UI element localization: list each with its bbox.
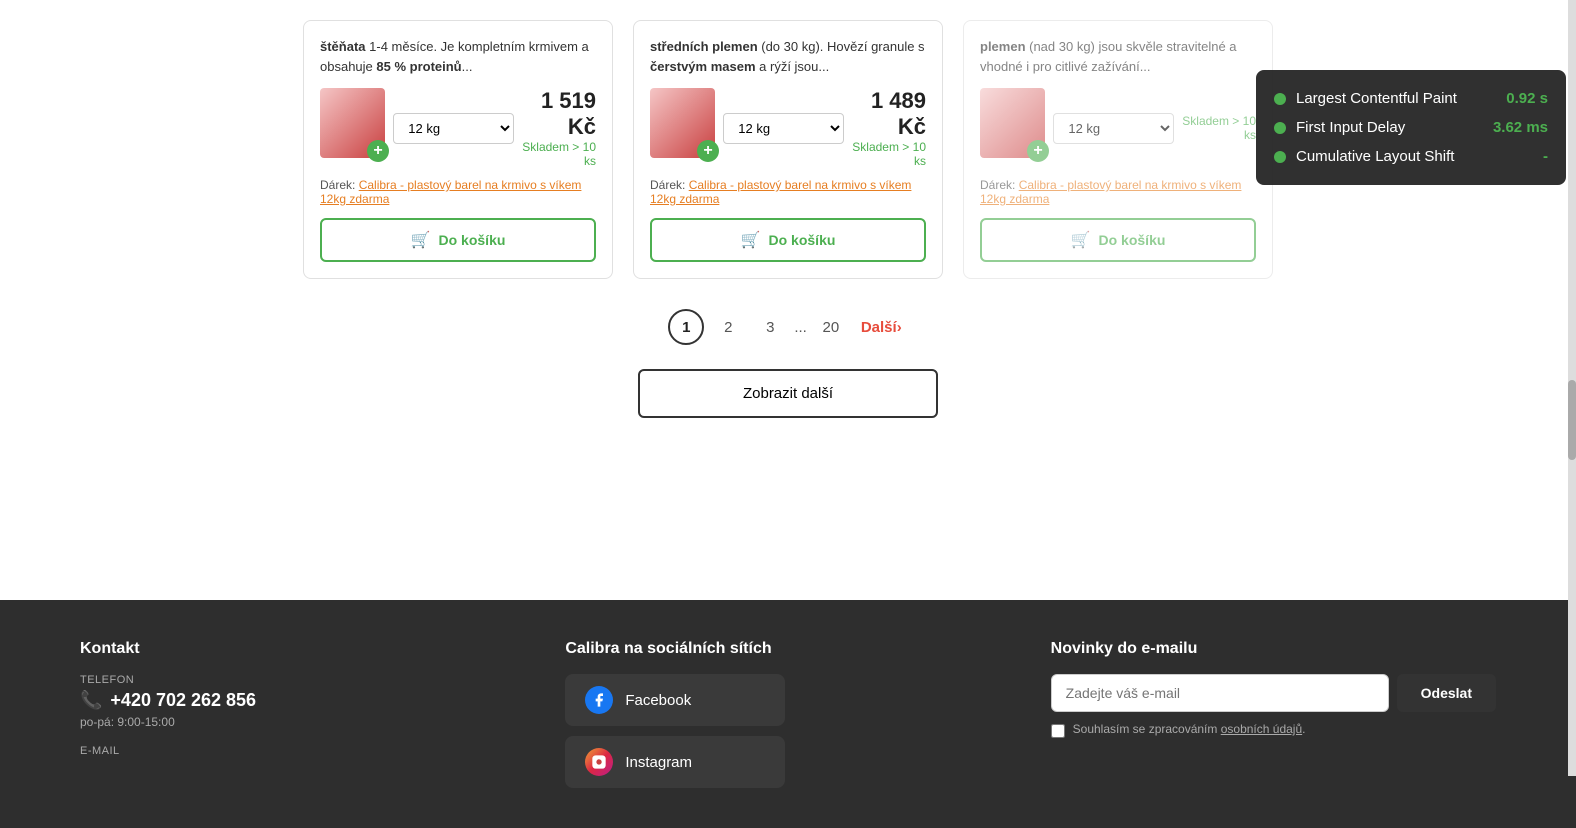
product-card-1: štěňata 1-4 měsíce. Je kompletním krmive…: [303, 20, 613, 279]
lcp-label: Largest Contentful Paint: [1296, 90, 1457, 107]
footer-newsletter-title: Novinky do e-mailu: [1051, 640, 1496, 658]
cart-icon-1: 🛒: [411, 230, 431, 250]
newsletter-input-row: Odeslat: [1051, 674, 1496, 712]
product-1-image-row: + 12 kg 1 519 Kč Skladem > 10 ks: [320, 88, 596, 168]
instagram-icon: [585, 748, 613, 776]
footer-social-title: Calibra na sociálních sítích: [565, 640, 1010, 658]
scrollbar[interactable]: [1568, 0, 1576, 776]
product-3-description: plemen (nad 30 kg) jsou skvěle stravitel…: [980, 37, 1256, 76]
instagram-label: Instagram: [625, 754, 692, 771]
phone-icon: 📞: [80, 690, 102, 711]
newsletter-consent-row: Souhlasím se zpracováním osobních údajů.: [1051, 722, 1496, 738]
footer-phone-label: TELEFON: [80, 674, 525, 686]
product-3-cart-button[interactable]: 🛒 Do košíku: [980, 218, 1256, 262]
product-card-3: plemen (nad 30 kg) jsou skvěle stravitel…: [963, 20, 1273, 279]
cart-icon-3: 🛒: [1071, 230, 1091, 250]
product-2-image: +: [650, 88, 723, 168]
lcp-value: 0.92 s: [1506, 90, 1548, 107]
footer-newsletter: Novinky do e-mailu Odeslat Souhlasím se …: [1051, 640, 1496, 798]
facebook-label: Facebook: [625, 692, 691, 709]
footer-grid: Kontakt TELEFON 📞 +420 702 262 856 po-pá…: [80, 640, 1496, 798]
footer-social: Calibra na sociálních sítích Facebook In…: [565, 640, 1010, 798]
cls-value: -: [1543, 148, 1548, 165]
product-2-weight-select[interactable]: 12 kg: [723, 113, 844, 144]
product-1-cart-button[interactable]: 🛒 Do košíku: [320, 218, 596, 262]
product-2-stock: Skladem > 10 ks: [844, 140, 926, 168]
pagination: 1 2 3 ... 20 Další ›: [40, 309, 1536, 345]
fid-value: 3.62 ms: [1493, 119, 1548, 136]
product-3-gift-link[interactable]: Calibra - plastový barel na krmivo s vík…: [980, 178, 1241, 206]
consent-text: Souhlasím se zpracováním osobních údajů.: [1073, 722, 1306, 736]
page-next-button[interactable]: Další ›: [855, 309, 908, 345]
product-3-image-row: + 12 kg Skladem > 10 ks: [980, 88, 1256, 168]
product-2-add-icon[interactable]: +: [697, 140, 719, 162]
product-1-weight-select[interactable]: 12 kg: [393, 113, 514, 144]
footer: Kontakt TELEFON 📞 +420 702 262 856 po-pá…: [0, 600, 1576, 828]
instagram-button[interactable]: Instagram: [565, 736, 785, 788]
cls-label: Cumulative Layout Shift: [1296, 148, 1454, 165]
product-3-image: +: [980, 88, 1053, 168]
facebook-button[interactable]: Facebook: [565, 674, 785, 726]
product-1-stock: Skladem > 10 ks: [514, 140, 596, 168]
product-2-price: 1 489 Kč: [844, 88, 926, 140]
cart-icon-2: 🛒: [741, 230, 761, 250]
performance-overlay: Largest Contentful Paint 0.92 s First In…: [1256, 70, 1566, 185]
page-20-button[interactable]: 20: [813, 309, 849, 345]
page-1-button[interactable]: 1: [668, 309, 704, 345]
product-1-price: 1 519 Kč: [514, 88, 596, 140]
fid-label: First Input Delay: [1296, 119, 1405, 136]
consent-checkbox[interactable]: [1051, 724, 1065, 738]
product-3-add-icon[interactable]: +: [1027, 140, 1049, 162]
cls-dot: [1274, 151, 1286, 163]
newsletter-send-button[interactable]: Odeslat: [1397, 674, 1496, 712]
lcp-dot: [1274, 93, 1286, 105]
perf-lcp-row: Largest Contentful Paint 0.92 s: [1274, 84, 1548, 113]
page-2-button[interactable]: 2: [710, 309, 746, 345]
product-3-stock: Skladem > 10 ks: [1174, 114, 1256, 142]
footer-email-label: E-MAIL: [80, 745, 525, 757]
product-2-gift: Dárek: Calibra - plastový barel na krmiv…: [650, 178, 926, 206]
pagination-ellipsis: ...: [794, 319, 807, 336]
product-3-weight-select[interactable]: 12 kg: [1053, 113, 1174, 144]
newsletter-email-input[interactable]: [1051, 674, 1389, 712]
footer-contact: Kontakt TELEFON 📞 +420 702 262 856 po-pá…: [80, 640, 525, 798]
product-2-image-row: + 12 kg 1 489 Kč Skladem > 10 ks: [650, 88, 926, 168]
product-1-description: štěňata 1-4 měsíce. Je kompletním krmive…: [320, 37, 596, 76]
product-1-gift-link[interactable]: Calibra - plastový barel na krmivo s vík…: [320, 178, 581, 206]
product-3-gift: Dárek: Calibra - plastový barel na krmiv…: [980, 178, 1256, 206]
product-2-cart-button[interactable]: 🛒 Do košíku: [650, 218, 926, 262]
perf-fid-row: First Input Delay 3.62 ms: [1274, 113, 1548, 142]
perf-cls-row: Cumulative Layout Shift -: [1274, 142, 1548, 171]
scrollbar-thumb: [1568, 380, 1576, 460]
product-2-gift-link[interactable]: Calibra - plastový barel na krmivo s vík…: [650, 178, 911, 206]
product-card-2: středních plemen (do 30 kg). Hovězí gran…: [633, 20, 943, 279]
page-3-button[interactable]: 3: [752, 309, 788, 345]
personal-data-link[interactable]: osobních údajů: [1221, 722, 1302, 736]
product-1-gift: Dárek: Calibra - plastový barel na krmiv…: [320, 178, 596, 206]
product-1-add-icon[interactable]: +: [367, 140, 389, 162]
footer-phone[interactable]: +420 702 262 856: [110, 690, 256, 711]
product-1-image: +: [320, 88, 393, 168]
facebook-icon: [585, 686, 613, 714]
footer-contact-title: Kontakt: [80, 640, 525, 658]
show-more-button[interactable]: Zobrazit další: [638, 369, 938, 418]
product-2-description: středních plemen (do 30 kg). Hovězí gran…: [650, 37, 926, 76]
fid-dot: [1274, 122, 1286, 134]
footer-hours: po-pá: 9:00-15:00: [80, 715, 525, 729]
